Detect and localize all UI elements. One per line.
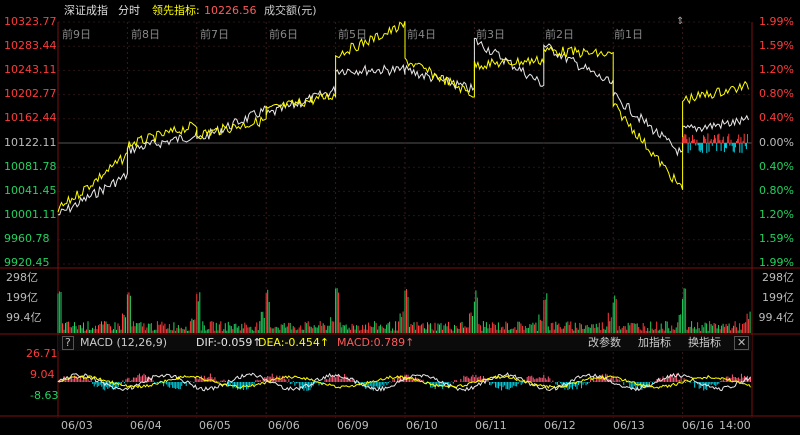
date-label: 06/16	[682, 419, 714, 432]
switch-indicator-button[interactable]: 换指标	[688, 335, 721, 351]
day-label: 前3日	[476, 28, 505, 41]
price-tick: 10041.45	[4, 184, 57, 197]
price-tick: 10283.44	[4, 39, 57, 52]
date-label: 06/11	[475, 419, 507, 432]
pct-tick: 1.99%	[759, 15, 794, 28]
change-params-button[interactable]: 改参数	[588, 335, 621, 351]
date-label: 06/05	[199, 419, 231, 432]
macd-tick: 9.04	[30, 368, 55, 381]
price-line	[57, 37, 749, 216]
pct-tick: 1.59%	[759, 39, 794, 52]
volume-tick: 99.4亿	[6, 311, 42, 324]
price-tick: 10162.44	[4, 111, 57, 124]
macd-dif: DIF:-0.059↑	[196, 336, 262, 349]
day-label: 前5日	[338, 28, 367, 41]
pct-tick: 1.20%	[759, 63, 794, 76]
day-label: 前4日	[407, 28, 436, 41]
pct-tick: 0.80%	[759, 184, 794, 197]
price-tick: 9960.78	[4, 232, 50, 245]
date-label: 06/13	[613, 419, 645, 432]
close-icon[interactable]: ✕	[734, 336, 750, 350]
macd-value: MACD:0.789↑	[337, 336, 415, 349]
volume-tick: 298亿	[762, 271, 794, 284]
price-tick: 9920.45	[4, 256, 50, 269]
date-label: 06/10	[406, 419, 438, 432]
add-indicator-button[interactable]: 加指标	[638, 335, 671, 351]
leading-line	[57, 21, 749, 213]
chart-window: 深证成指 分时 领先指标: 10226.56 成交额(元) ⇕ 10323.77…	[0, 0, 800, 435]
price-tick: 10001.11	[4, 208, 57, 221]
macd-name[interactable]: MACD (12,26,9)	[80, 335, 167, 351]
volume-tick: 199亿	[762, 291, 794, 304]
price-tick: 10323.77	[4, 15, 57, 28]
pct-tick: 0.00%	[759, 136, 794, 149]
day-label: 前2日	[545, 28, 574, 41]
date-label: 14:00	[719, 419, 751, 432]
date-label: 06/04	[130, 419, 162, 432]
macd-tick: -8.63	[30, 389, 59, 402]
price-tick: 10243.11	[4, 63, 57, 76]
volume-tick: 199亿	[6, 291, 38, 304]
price-tick: 10081.78	[4, 160, 57, 173]
macd-toolbar: ? MACD (12,26,9) DIF:-0.059↑ DEA:-0.454↑…	[58, 335, 752, 351]
date-label: 06/09	[337, 419, 369, 432]
day-label: 前1日	[614, 28, 643, 41]
macd-dea: DEA:-0.454↑	[258, 336, 330, 349]
day-label: 前7日	[200, 28, 229, 41]
date-label: 06/12	[544, 419, 576, 432]
help-button[interactable]: ?	[62, 336, 74, 350]
day-label: 前9日	[62, 28, 91, 41]
pct-tick: 0.40%	[759, 111, 794, 124]
date-label: 06/03	[61, 419, 93, 432]
pct-tick: 0.80%	[759, 87, 794, 100]
pct-tick: 1.99%	[759, 256, 794, 269]
pct-tick: 1.59%	[759, 232, 794, 245]
date-label: 06/06	[268, 419, 300, 432]
day-label: 前6日	[269, 28, 298, 41]
price-tick: 10202.77	[4, 87, 57, 100]
price-tick: 10122.11	[4, 136, 57, 149]
pct-tick: 0.40%	[759, 160, 794, 173]
volume-tick: 99.4亿	[758, 311, 795, 324]
macd-tick: 26.71	[26, 347, 58, 360]
day-label: 前8日	[131, 28, 160, 41]
chart-grid	[0, 21, 800, 418]
volume-tick: 298亿	[6, 271, 38, 284]
pct-tick: 1.20%	[759, 208, 794, 221]
